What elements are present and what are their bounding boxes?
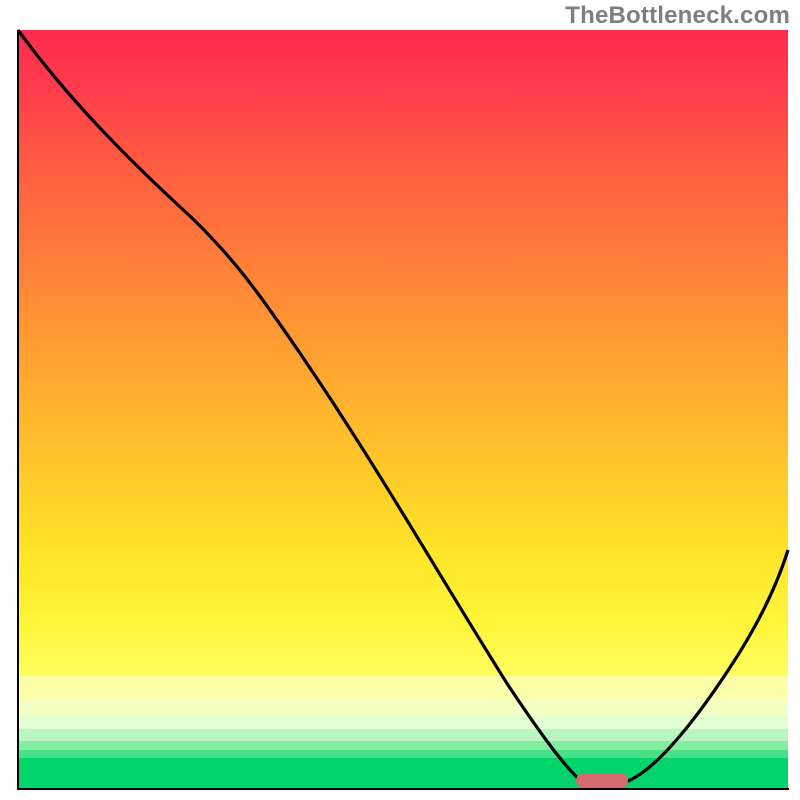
x-axis-line	[17, 788, 789, 790]
bottleneck-curve	[18, 30, 788, 790]
optimal-range-marker	[576, 773, 628, 788]
watermark-text: TheBottleneck.com	[565, 2, 790, 30]
plot-area	[18, 30, 788, 790]
y-axis-line	[17, 30, 19, 790]
chart-canvas: TheBottleneck.com	[0, 0, 800, 800]
